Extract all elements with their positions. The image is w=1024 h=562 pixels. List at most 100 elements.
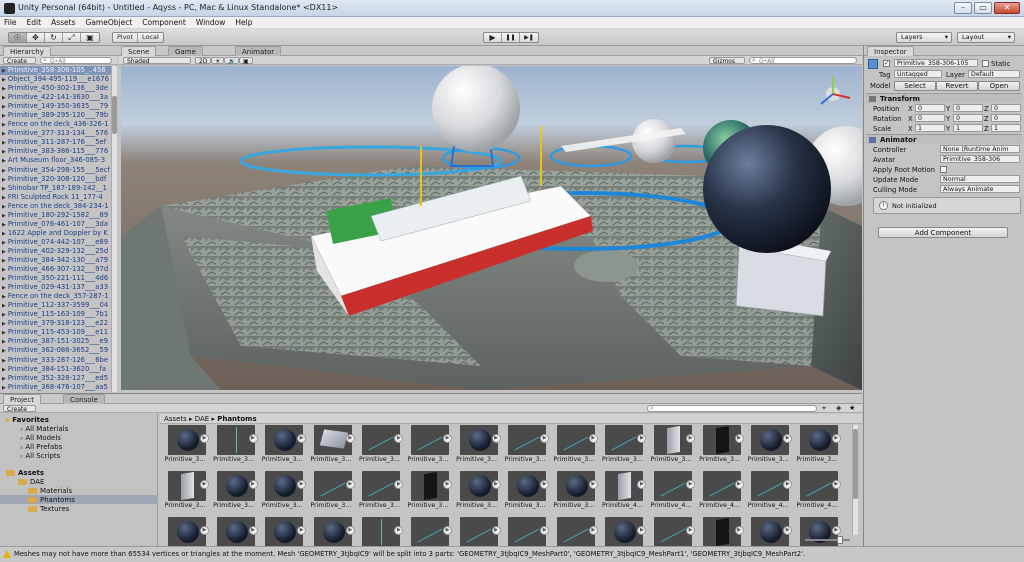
asset-item[interactable]: ▶ [160, 517, 209, 547]
scene-search-input[interactable]: G•All [749, 57, 857, 65]
expand-arrow-icon[interactable]: ▶ [2, 276, 6, 282]
favorite-star-icon[interactable]: ★ [849, 404, 855, 412]
hierarchy-item[interactable]: ▶ Primitive_389-295-120___79b [0, 111, 111, 120]
asset-item[interactable]: ▶ Primitive_4... [792, 471, 841, 517]
breadcrumb-assets[interactable]: Assets [164, 415, 187, 423]
scene-render[interactable] [121, 66, 862, 390]
folder-textures[interactable]: Textures [28, 505, 69, 513]
hierarchy-item[interactable]: ▶ Primitive_368-476-107___aa5 [0, 383, 111, 392]
tag-dropdown[interactable]: Untagged [894, 70, 942, 78]
hierarchy-item[interactable]: ▶ Object_394-495-119___e1676 [0, 75, 111, 84]
hierarchy-search-input[interactable]: G•All [40, 57, 112, 65]
expand-asset-icon[interactable]: ▶ [831, 526, 841, 535]
active-checkbox[interactable]: ✓ [883, 60, 890, 67]
menu-gameobject[interactable]: GameObject [86, 18, 133, 27]
hierarchy-item[interactable]: ▶ Primitive_384-151-3620___fa [0, 365, 111, 374]
hierarchy-item[interactable]: ▶ Primitive_029-431-137___a33 [0, 283, 111, 292]
asset-item[interactable]: ▶ Primitive_4... [646, 471, 695, 517]
asset-item[interactable]: ▶ Primitive_3... [403, 471, 452, 517]
menu-component[interactable]: Component [142, 18, 186, 27]
layers-dropdown[interactable]: Layers [896, 32, 952, 43]
culling-mode-dropdown[interactable]: Always Animate [940, 185, 1020, 193]
asset-item[interactable]: ▶ Primitive_3... [354, 471, 404, 517]
maximize-button[interactable]: ▭ [974, 2, 992, 14]
step-icon[interactable]: ▶❚ [520, 33, 538, 42]
expand-arrow-icon[interactable]: ▶ [2, 131, 6, 137]
transform-position-z-field[interactable]: 0 [991, 104, 1021, 112]
asset-item[interactable]: ▶ Primitive_3... [403, 425, 452, 471]
expand-arrow-icon[interactable]: ▶ [2, 140, 6, 146]
hierarchy-item[interactable]: ▶ Primitive_358-306-105_..456 [0, 66, 111, 76]
expand-arrow-icon[interactable]: ▶ [2, 222, 6, 228]
asset-item[interactable]: ▶ Primitive_3... [257, 425, 307, 471]
asset-item[interactable]: ▶ Primitive_4... [743, 471, 793, 517]
audio-toggle-icon[interactable]: 🔊 [224, 57, 240, 65]
add-component-button[interactable]: Add Component [878, 227, 1008, 238]
expand-arrow-icon[interactable]: ▶ [2, 168, 6, 174]
model-open-button[interactable]: Open [978, 81, 1020, 91]
folder-dae[interactable]: DAE [18, 478, 44, 486]
pivot-button[interactable]: Pivot [113, 33, 138, 42]
asset-item[interactable]: ▶ [500, 517, 550, 547]
expand-asset-icon[interactable]: ▶ [831, 480, 841, 489]
expand-arrow-icon[interactable]: ▶ [2, 330, 6, 336]
folder-phantoms[interactable]: Phantoms [28, 496, 75, 504]
hierarchy-item[interactable]: ▶ FRI Sculpted Rock 11_177-4 [0, 193, 111, 202]
animator-header[interactable]: Animator [866, 134, 1022, 144]
hierarchy-item[interactable]: ▶ Fence on the deck_384-234-1 [0, 202, 111, 211]
scene-viewport[interactable] [121, 66, 862, 390]
favorite-all-materials[interactable]: ⌕ All Materials [20, 425, 68, 434]
asset-item[interactable]: ▶ Primitive_4... [695, 471, 744, 517]
expand-arrow-icon[interactable]: ▶ [2, 249, 6, 255]
tab-game[interactable]: Game [168, 46, 203, 56]
filter-type-icon[interactable]: ⌖ [822, 404, 826, 413]
expand-arrow-icon[interactable]: ▶ [2, 122, 6, 128]
hierarchy-item[interactable]: ▶ Primitive_354-298-155___5ecf [0, 166, 111, 175]
hierarchy-item[interactable]: ▶ Shinobar TP_187-189-142__1 [0, 184, 111, 193]
asset-item[interactable]: ▶ [792, 517, 841, 547]
update-mode-dropdown[interactable]: Normal [940, 175, 1020, 183]
asset-item[interactable]: ▶ Primitive_3... [209, 425, 258, 471]
hierarchy-item[interactable]: ▶ Primitive_076-461-107___3da [0, 220, 111, 229]
expand-arrow-icon[interactable]: ▶ [2, 240, 6, 246]
gizmos-dropdown[interactable]: Gizmos [709, 57, 745, 65]
asset-item[interactable]: ▶ [354, 517, 404, 547]
status-bar[interactable]: Meshes may not have more than 65534 vert… [0, 546, 1024, 562]
expand-arrow-icon[interactable]: ▶ [2, 358, 6, 364]
transform-scale-z-field[interactable]: 1 [991, 124, 1021, 132]
hierarchy-scroll-thumb[interactable] [112, 96, 117, 134]
hierarchy-item[interactable]: ▶ Primitive_402-329-132___25d [0, 247, 111, 256]
expand-arrow-icon[interactable]: ▶ [2, 195, 6, 201]
hierarchy-item[interactable]: ▶ Primitive_387-151-3025___e9 [0, 337, 111, 346]
asset-item[interactable]: ▶ [306, 517, 355, 547]
asset-item[interactable]: ▶ [743, 517, 793, 547]
expand-arrow-icon[interactable]: ▶ [2, 303, 6, 309]
project-search-input[interactable] [647, 405, 817, 412]
expand-arrow-icon[interactable]: ▶ [2, 177, 6, 183]
model-revert-button[interactable]: Revert [936, 81, 978, 91]
rotate-tool-icon[interactable]: ↻ [45, 33, 63, 42]
asset-item[interactable]: ▶ Primitive_3... [549, 471, 598, 517]
asset-item[interactable]: ▶ [597, 517, 647, 547]
hierarchy-item[interactable]: ▶ Primitive_450-302-136___3de [0, 84, 111, 93]
menu-edit[interactable]: Edit [27, 18, 42, 27]
transform-header[interactable]: Transform [866, 93, 1022, 103]
expand-asset-icon[interactable]: ▶ [831, 434, 841, 443]
2d-toggle-button[interactable]: 2D [195, 57, 212, 65]
pause-icon[interactable]: ❚❚ [502, 33, 520, 42]
menu-help[interactable]: Help [235, 18, 252, 27]
tab-console[interactable]: Console [63, 394, 105, 404]
hierarchy-item[interactable]: ▶ Primitive_379-318-123___e22 [0, 319, 111, 328]
expand-arrow-icon[interactable]: ▶ [2, 213, 6, 219]
hierarchy-item[interactable]: ▶ Primitive_149-350-3635___79 [0, 102, 111, 111]
hierarchy-create-dropdown[interactable]: Create [3, 57, 36, 65]
breadcrumb-dae[interactable]: DAE [195, 415, 209, 423]
asset-item[interactable]: ▶ [695, 517, 744, 547]
hierarchy-item[interactable]: ▶ Fence on the deck_357-287-1 [0, 292, 111, 301]
project-scroll-thumb[interactable] [853, 429, 858, 499]
asset-item[interactable]: ▶ Primitive_3... [160, 425, 209, 471]
controller-field[interactable]: None (Runtime Anim [940, 145, 1020, 153]
assets-folder[interactable]: Assets [6, 469, 44, 477]
expand-arrow-icon[interactable]: ▶ [2, 339, 6, 345]
hierarchy-item[interactable]: ▶ Primitive_466-307-132___97d [0, 265, 111, 274]
